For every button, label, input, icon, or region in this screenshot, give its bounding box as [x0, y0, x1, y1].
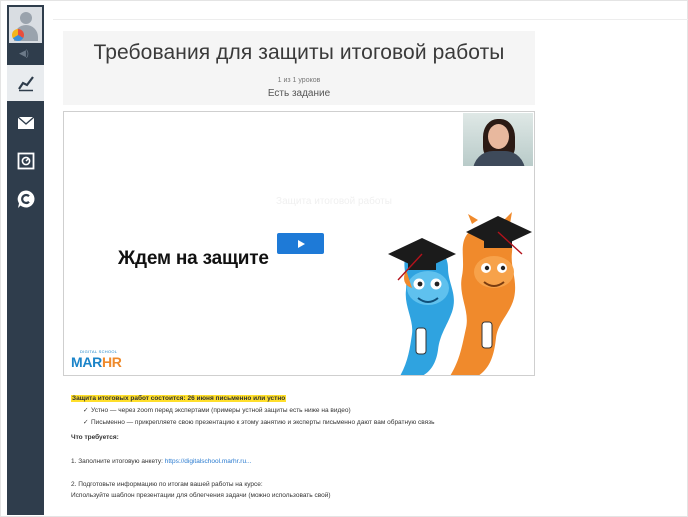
volume-icon[interactable]: ◀): [19, 48, 29, 59]
lesson-task-status: Есть задание: [267, 88, 331, 99]
survey-link[interactable]: https://digitalschool.marhr.ru...: [165, 458, 252, 465]
chart-icon: [17, 76, 34, 92]
envelope-icon: [17, 116, 34, 129]
app-window: ◀) Требования для защиты итоговой работы…: [0, 0, 688, 517]
brand-logo: MARHR: [71, 354, 122, 370]
step-2-note: Используйте шаблон презентации для облег…: [71, 492, 331, 499]
top-divider: [53, 19, 688, 20]
check-icon: ✓: [83, 419, 89, 426]
video-overlay-title: Защита итоговой работы: [276, 196, 392, 207]
required-heading: Что требуется:: [71, 434, 119, 441]
sidebar-item-messages[interactable]: [7, 105, 44, 141]
lesson-title: Требования для защиты итоговой работы: [93, 41, 505, 64]
step-1: 1. Заполните итоговую анкету: https://di…: [71, 458, 252, 465]
safe-icon: [17, 152, 34, 170]
avatar-head: [20, 12, 32, 24]
highlight-defense-date: Защита итоговых работ состоится: 26 июня…: [71, 395, 287, 402]
play-button[interactable]: [277, 233, 324, 254]
video-headline: Ждем на защите: [118, 248, 269, 269]
list-item: ✓ Устно — через zoom перед экспертами (пр…: [83, 407, 351, 414]
sidebar-item-support[interactable]: [7, 181, 44, 217]
play-icon: [297, 239, 305, 248]
chat-c-icon: [17, 190, 34, 208]
lesson-count: 1 из 1 уроков: [277, 77, 321, 84]
step-2: 2. Подготовьте информацию по итогам ваше…: [71, 481, 263, 488]
graduate-dragons-illustration: [388, 212, 532, 375]
sidebar-item-safe[interactable]: [7, 143, 44, 179]
avatar-badge-icon: [12, 29, 24, 41]
lesson-header: Требования для защиты итоговой работы 1 …: [63, 31, 535, 105]
avatar[interactable]: [9, 7, 42, 43]
list-item: ✓ Письменно — прикрепляете свою презентац…: [83, 419, 435, 426]
webcam-thumbnail: [463, 113, 533, 166]
video-player[interactable]: Защита итоговой работы Ждем на защите DI…: [63, 111, 535, 376]
sidebar-item-stats[interactable]: [7, 65, 44, 101]
sidebar: ◀): [7, 5, 44, 515]
check-icon: ✓: [83, 407, 89, 414]
